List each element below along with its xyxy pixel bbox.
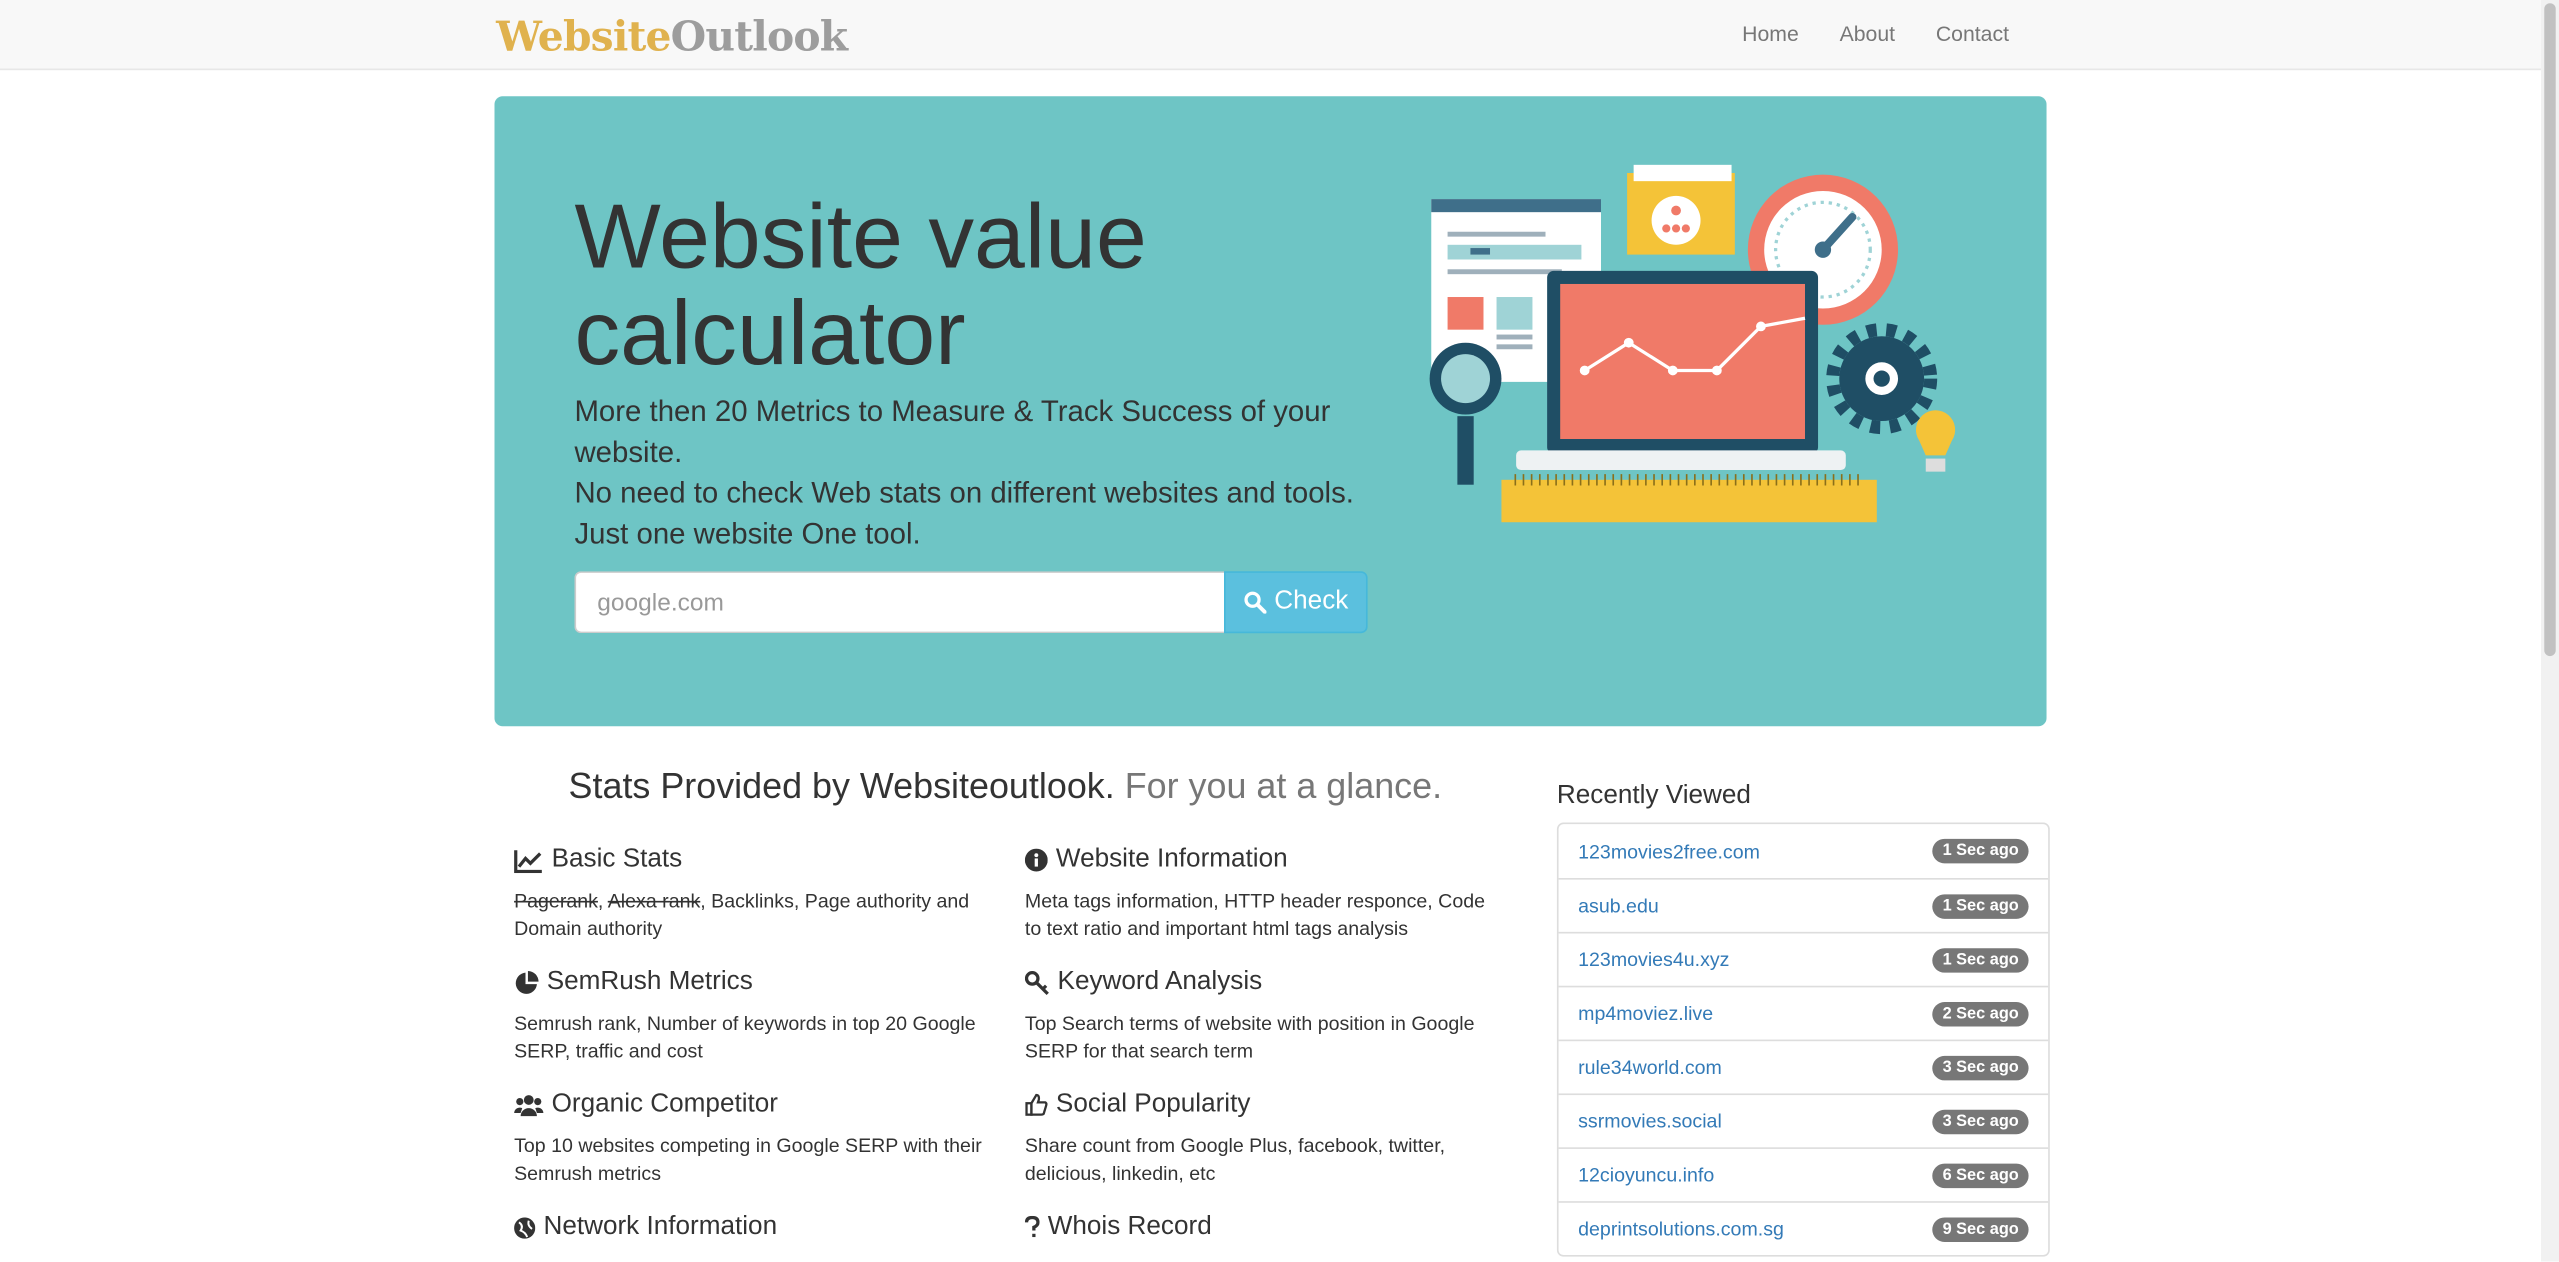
hero-title: Website value calculator — [574, 184, 1147, 384]
feature-social-popularity: Social Popularity Share count from Googl… — [1024, 1090, 1446, 1185]
time-badge: 3 Sec ago — [1932, 1108, 2029, 1134]
feature-organic-competitor: Organic Competitor Top 10 websites compe… — [514, 1090, 982, 1185]
pie-chart-icon — [515, 970, 539, 994]
recently-viewed-title: Recently Viewed — [1556, 781, 1751, 810]
list-item: 12cioyuncu.info 6 Sec ago — [1558, 1147, 2049, 1201]
list-item: rule34world.com 3 Sec ago — [1558, 1039, 2049, 1094]
list-item: deprintsolutions.com.sg 9 Sec ago — [1558, 1201, 2049, 1255]
site-link[interactable]: mp4moviez.live — [1578, 1002, 1713, 1025]
site-link[interactable]: 12cioyuncu.info — [1578, 1164, 1714, 1187]
feature-website-information: Website Information Meta tags informatio… — [1024, 845, 1486, 941]
time-badge: 9 Sec ago — [1932, 1216, 2029, 1242]
hero-line-2: No need to check Web stats on different … — [574, 476, 1354, 510]
hero-description: More then 20 Metrics to Measure & Track … — [574, 392, 1357, 555]
search-form: Check — [574, 571, 1368, 634]
analytics-illustration — [1429, 164, 1956, 523]
site-link[interactable]: rule34world.com — [1578, 1056, 1722, 1079]
time-badge: 1 Sec ago — [1932, 893, 2029, 918]
scrollbar-thumb[interactable] — [2544, 3, 2556, 657]
recently-viewed-list: 123movies2free.com 1 Sec ago asub.edu 1 Se… — [1556, 822, 2050, 1257]
feature-network-information: Network Information — [514, 1213, 995, 1242]
thumbs-up-icon — [1025, 1093, 1048, 1116]
site-link[interactable]: ssrmovies.social — [1578, 1110, 1722, 1133]
globe-icon — [514, 1216, 536, 1238]
navbar: WebsiteOutlook Home About Contact — [0, 0, 2542, 71]
list-item: 123movies4u.xyz 1 Sec ago — [1558, 931, 2049, 986]
info-circle-icon — [1024, 848, 1048, 872]
page-scrollbar[interactable] — [2541, 0, 2559, 1262]
key-icon — [1024, 970, 1049, 995]
search-icon — [1244, 591, 1267, 614]
hero-line-3: Just one website One tool. — [574, 517, 921, 550]
time-badge: 1 Sec ago — [1932, 947, 2029, 972]
list-item: 123movies2free.com 1 Sec ago — [1559, 824, 2049, 878]
brand-logo[interactable]: WebsiteOutlook — [496, 13, 848, 60]
site-link[interactable]: deprintsolutions.com.sg — [1578, 1217, 1784, 1240]
time-badge: 1 Sec ago — [1932, 838, 2029, 864]
hero-panel: Website value calculator More then 20 Me… — [494, 96, 2047, 727]
time-badge: 2 Sec ago — [1932, 1001, 2029, 1026]
feature-basic-stats: Basic Stats Pagerank, Alexa rank, Backli… — [514, 845, 970, 941]
site-link[interactable]: 123movies2free.com — [1578, 840, 1760, 863]
question-icon — [1024, 1215, 1040, 1238]
hero-line-1: More then 20 Metrics to Measure & Track … — [574, 394, 1331, 469]
nav-home-link[interactable]: Home — [1742, 21, 1799, 45]
time-badge: 3 Sec ago — [1932, 1055, 2029, 1080]
feature-semrush-metrics: SemRush Metrics Semrush rank, Number of … — [514, 967, 976, 1063]
nav-contact-link[interactable]: Contact — [1936, 21, 2009, 45]
check-button[interactable]: Check — [1224, 571, 1368, 634]
time-badge: 6 Sec ago — [1932, 1162, 2029, 1188]
list-item: ssrmovies.social 3 Sec ago — [1558, 1093, 2049, 1147]
website-search-input[interactable] — [574, 571, 1224, 634]
users-icon — [514, 1095, 544, 1117]
stats-heading: Stats Provided by Websiteoutlook. For yo… — [568, 765, 1443, 807]
feature-keyword-analysis: Keyword Analysis Top Search terms of web… — [1024, 967, 1475, 1063]
nav-links: Home About Contact — [1742, 21, 2009, 45]
site-link[interactable]: 123movies4u.xyz — [1578, 948, 1729, 971]
list-item: asub.edu 1 Sec ago — [1558, 878, 2049, 932]
feature-whois-record: Whois Record — [1024, 1213, 1506, 1242]
list-item: mp4moviez.live 2 Sec ago — [1558, 985, 2049, 1040]
site-link[interactable]: asub.edu — [1578, 894, 1659, 917]
chart-line-icon — [514, 849, 542, 873]
nav-about-link[interactable]: About — [1840, 21, 1895, 45]
